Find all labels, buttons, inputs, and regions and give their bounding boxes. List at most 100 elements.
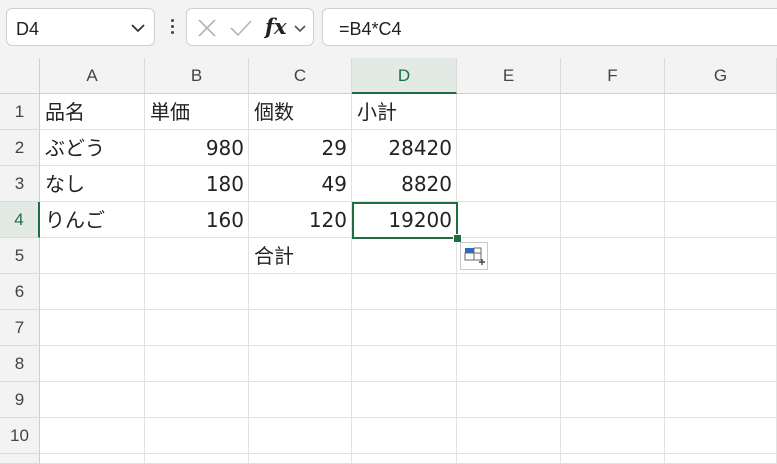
cell-c4[interactable]: 120 — [249, 202, 352, 238]
cell-g3[interactable] — [665, 166, 777, 202]
cell-d2[interactable]: 28420 — [352, 130, 457, 166]
cell-e4[interactable] — [457, 202, 561, 238]
cell-c6[interactable] — [249, 274, 352, 310]
cell-c5[interactable]: 合計 — [249, 238, 352, 274]
cell-f7[interactable] — [561, 310, 665, 346]
fx-icon[interactable]: fx — [265, 14, 287, 39]
cell-e10[interactable] — [457, 418, 561, 454]
chevron-down-icon[interactable] — [293, 21, 307, 39]
cell-d9[interactable] — [352, 382, 457, 418]
cell-e8[interactable] — [457, 346, 561, 382]
cell-b6[interactable] — [145, 274, 249, 310]
select-all-corner[interactable] — [0, 58, 40, 94]
cell-a8[interactable] — [40, 346, 145, 382]
cell-e2[interactable] — [457, 130, 561, 166]
column-header-b[interactable]: B — [145, 58, 249, 94]
quick-analysis-icon[interactable] — [460, 242, 488, 270]
cell-e1[interactable] — [457, 94, 561, 130]
row-header-4[interactable]: 4 — [0, 202, 40, 238]
cell-a1[interactable]: 品名 — [40, 94, 145, 130]
row-header-8[interactable]: 8 — [0, 346, 40, 382]
cell-a3[interactable]: なし — [40, 166, 145, 202]
cell-c10[interactable] — [249, 418, 352, 454]
cell-d10[interactable] — [352, 418, 457, 454]
chevron-down-icon[interactable] — [130, 21, 146, 39]
row-header-11[interactable] — [0, 454, 40, 464]
cell-f5[interactable] — [561, 238, 665, 274]
cell-g9[interactable] — [665, 382, 777, 418]
cell-b10[interactable] — [145, 418, 249, 454]
cell-g5[interactable] — [665, 238, 777, 274]
column-header-d[interactable]: D — [352, 58, 457, 94]
cell-a11[interactable] — [40, 454, 145, 464]
cell-a2[interactable]: ぶどう — [40, 130, 145, 166]
row-header-9[interactable]: 9 — [0, 382, 40, 418]
cell-c8[interactable] — [249, 346, 352, 382]
cell-g6[interactable] — [665, 274, 777, 310]
cell-d7[interactable] — [352, 310, 457, 346]
cell-a10[interactable] — [40, 418, 145, 454]
row-header-2[interactable]: 2 — [0, 130, 40, 166]
cell-f1[interactable] — [561, 94, 665, 130]
cell-e6[interactable] — [457, 274, 561, 310]
cell-c2[interactable]: 29 — [249, 130, 352, 166]
column-header-f[interactable]: F — [561, 58, 665, 94]
cell-g10[interactable] — [665, 418, 777, 454]
cell-g7[interactable] — [665, 310, 777, 346]
cell-c1[interactable]: 個数 — [249, 94, 352, 130]
cell-b1[interactable]: 単価 — [145, 94, 249, 130]
cell-f11[interactable] — [561, 454, 665, 464]
cancel-icon[interactable] — [197, 18, 217, 43]
cell-e7[interactable] — [457, 310, 561, 346]
cell-f4[interactable] — [561, 202, 665, 238]
cell-d6[interactable] — [352, 274, 457, 310]
cell-d1[interactable]: 小計 — [352, 94, 457, 130]
cell-d3[interactable]: 8820 — [352, 166, 457, 202]
cell-e9[interactable] — [457, 382, 561, 418]
column-header-g[interactable]: G — [665, 58, 777, 94]
cell-b5[interactable] — [145, 238, 249, 274]
cell-f3[interactable] — [561, 166, 665, 202]
cell-f6[interactable] — [561, 274, 665, 310]
cell-f8[interactable] — [561, 346, 665, 382]
cell-f10[interactable] — [561, 418, 665, 454]
cell-g11[interactable] — [665, 454, 777, 464]
cell-f2[interactable] — [561, 130, 665, 166]
row-header-5[interactable]: 5 — [0, 238, 40, 274]
cell-e11[interactable] — [457, 454, 561, 464]
cell-d5[interactable] — [352, 238, 457, 274]
cell-d8[interactable] — [352, 346, 457, 382]
cell-b4[interactable]: 160 — [145, 202, 249, 238]
cell-a7[interactable] — [40, 310, 145, 346]
cell-d11[interactable] — [352, 454, 457, 464]
row-header-1[interactable]: 1 — [0, 94, 40, 130]
cell-g4[interactable] — [665, 202, 777, 238]
more-options-icon[interactable] — [164, 16, 180, 42]
cell-a5[interactable] — [40, 238, 145, 274]
name-box[interactable]: D4 — [6, 8, 155, 46]
row-header-3[interactable]: 3 — [0, 166, 40, 202]
cell-c3[interactable]: 49 — [249, 166, 352, 202]
column-header-a[interactable]: A — [40, 58, 145, 94]
cell-b3[interactable]: 180 — [145, 166, 249, 202]
cell-b11[interactable] — [145, 454, 249, 464]
column-header-c[interactable]: C — [249, 58, 352, 94]
cell-a6[interactable] — [40, 274, 145, 310]
cell-g2[interactable] — [665, 130, 777, 166]
row-header-6[interactable]: 6 — [0, 274, 40, 310]
cell-g8[interactable] — [665, 346, 777, 382]
cell-b7[interactable] — [145, 310, 249, 346]
cell-e3[interactable] — [457, 166, 561, 202]
column-header-e[interactable]: E — [457, 58, 561, 94]
row-header-10[interactable]: 10 — [0, 418, 40, 454]
cell-a4[interactable]: りんご — [40, 202, 145, 238]
cell-c11[interactable] — [249, 454, 352, 464]
row-header-7[interactable]: 7 — [0, 310, 40, 346]
cell-b8[interactable] — [145, 346, 249, 382]
cell-b2[interactable]: 980 — [145, 130, 249, 166]
cell-c7[interactable] — [249, 310, 352, 346]
cell-f9[interactable] — [561, 382, 665, 418]
formula-input[interactable]: =B4*C4 — [322, 8, 777, 46]
cell-c9[interactable] — [249, 382, 352, 418]
cell-a9[interactable] — [40, 382, 145, 418]
